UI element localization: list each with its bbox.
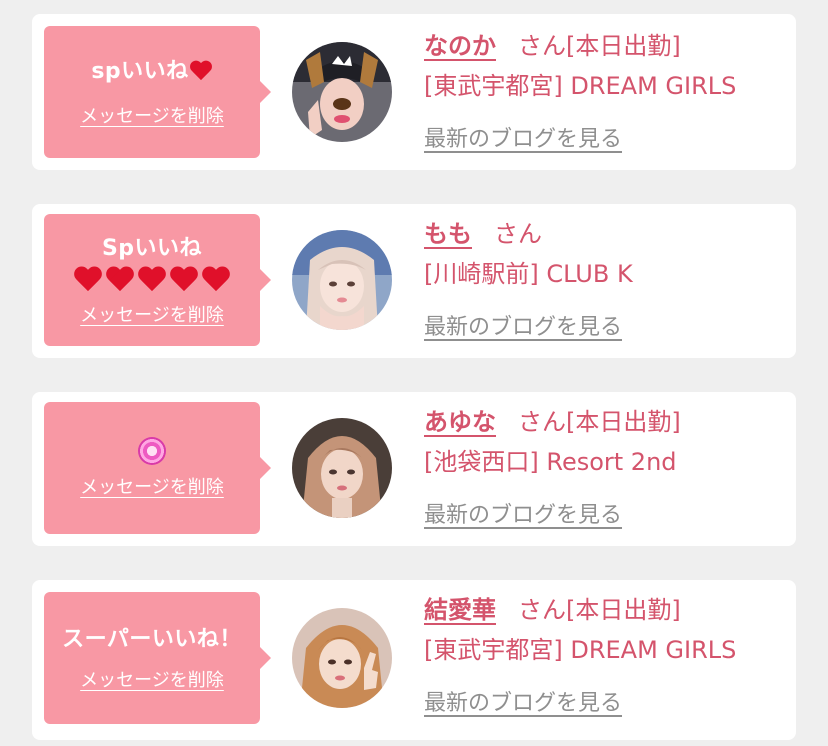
avatar[interactable] <box>292 42 392 142</box>
avatar[interactable] <box>292 608 392 708</box>
reaction-label: Spいいね <box>101 236 203 261</box>
shop-text: [川崎駅前] CLUB K <box>424 260 633 288</box>
delete-message-link[interactable]: メッセージを削除 <box>80 102 224 128</box>
shop-text: [東武宇都宮] DREAM GIRLS <box>424 636 737 664</box>
hearts-row <box>73 267 231 295</box>
latest-blog-link[interactable]: 最新のブログを見る <box>424 496 622 536</box>
profile-photo-icon <box>292 230 392 330</box>
message-card: Spいいね メッセージを削除 もも さん [川崎駅前] CLUB K 最新のブログ… <box>32 204 796 358</box>
reaction-bubble: spいいね メッセージを削除 <box>44 26 271 158</box>
name-row: あゆな さん[本日出勤] <box>424 402 681 442</box>
red-heart-icon <box>201 267 231 295</box>
reaction-label: スーパーいいね！ <box>62 627 242 652</box>
delete-message-link[interactable]: メッセージを削除 <box>80 301 224 327</box>
name-row: なのか さん[本日出勤] <box>424 26 736 66</box>
girl-name-link[interactable]: あゆな <box>424 408 496 436</box>
profile-photo-icon <box>292 608 392 708</box>
red-heart-icon <box>169 267 199 295</box>
reaction-bubble: スーパーいいね！ メッセージを削除 <box>44 592 271 724</box>
message-card: spいいね メッセージを削除 なのか さん[本日出勤] [東武宇都宮] DREAM… <box>32 14 796 170</box>
girl-info: なのか さん[本日出勤] [東武宇都宮] DREAM GIRLS 最新のブログを見… <box>424 26 736 160</box>
status-text: さん[本日出勤] <box>518 596 681 624</box>
name-row: 結愛華 さん[本日出勤] <box>424 590 736 630</box>
delete-message-link[interactable]: メッセージを削除 <box>80 666 224 692</box>
message-card: メッセージを削除 あゆな さん[本日出勤] [池袋西口] Resort 2nd 最… <box>32 392 796 546</box>
girl-name-link[interactable]: なのか <box>424 32 496 60</box>
shop-text: [池袋西口] Resort 2nd <box>424 448 677 476</box>
latest-blog-link[interactable]: 最新のブログを見る <box>424 120 622 160</box>
reaction-label-row: spいいね <box>91 56 212 88</box>
reaction-bubble: Spいいね メッセージを削除 <box>44 214 271 346</box>
reaction-label: spいいね <box>91 59 189 84</box>
avatar[interactable] <box>292 230 392 330</box>
red-heart-icon <box>105 267 135 295</box>
girl-name-link[interactable]: もも <box>424 220 472 248</box>
message-card: スーパーいいね！ メッセージを削除 結愛華 さん[本日出勤] [東武宇都宮] DR… <box>32 580 796 740</box>
shop-text: [東武宇都宮] DREAM GIRLS <box>424 72 737 100</box>
reaction-bubble: メッセージを削除 <box>44 402 271 534</box>
profile-photo-icon <box>292 42 392 142</box>
status-text: さん[本日出勤] <box>518 408 681 436</box>
name-row: もも さん <box>424 214 633 254</box>
latest-blog-link[interactable]: 最新のブログを見る <box>424 308 622 348</box>
avatar[interactable] <box>292 418 392 518</box>
sparkling-pink-heart-icon <box>138 437 166 465</box>
profile-photo-icon <box>292 418 392 518</box>
red-heart-icon <box>189 61 213 83</box>
red-heart-icon <box>73 267 103 295</box>
girl-info: あゆな さん[本日出勤] [池袋西口] Resort 2nd 最新のブログを見る <box>424 402 681 536</box>
red-heart-icon <box>137 267 167 295</box>
latest-blog-link[interactable]: 最新のブログを見る <box>424 684 622 724</box>
status-text: さん[本日出勤] <box>518 32 681 60</box>
status-text: さん <box>494 220 542 248</box>
girl-info: もも さん [川崎駅前] CLUB K 最新のブログを見る <box>424 214 633 348</box>
girl-name-link[interactable]: 結愛華 <box>424 596 496 624</box>
girl-info: 結愛華 さん[本日出勤] [東武宇都宮] DREAM GIRLS 最新のブログを見… <box>424 590 736 724</box>
delete-message-link[interactable]: メッセージを削除 <box>80 473 224 499</box>
